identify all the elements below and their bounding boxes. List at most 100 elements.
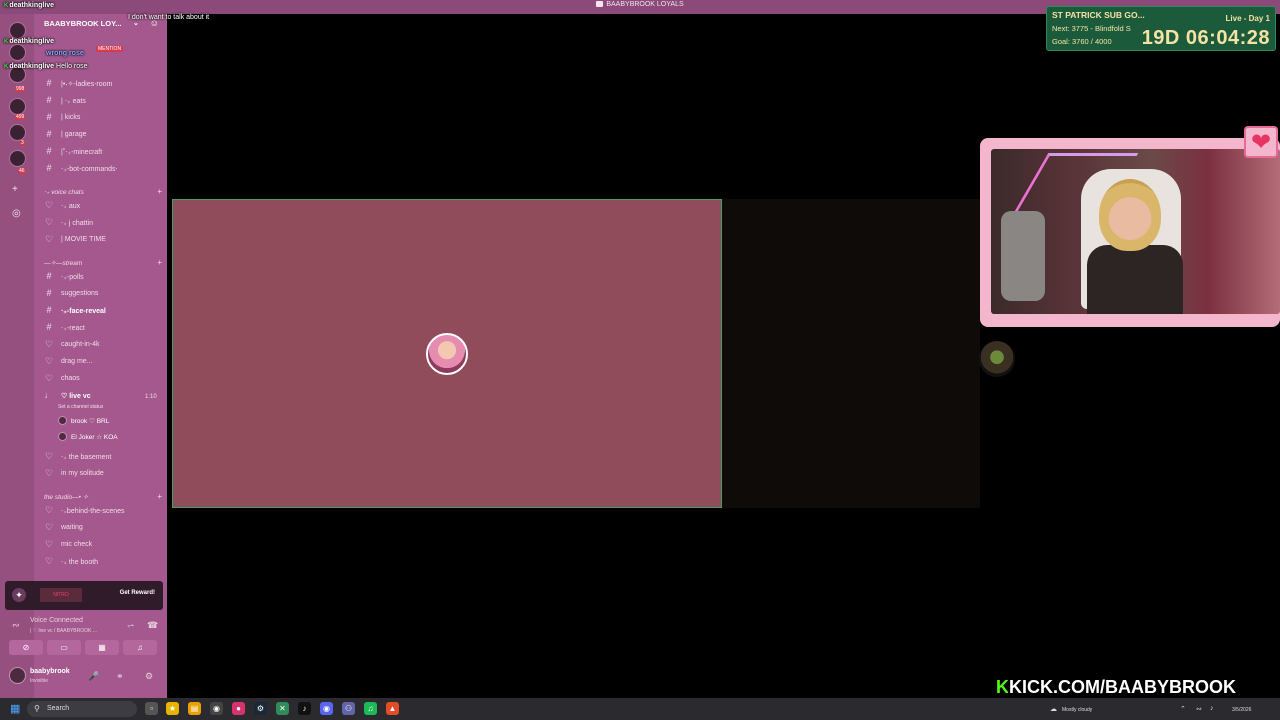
nitro-icon: ✦ bbox=[12, 588, 26, 602]
voice-tile[interactable] bbox=[722, 199, 1015, 508]
promo-image: NITRO bbox=[40, 588, 82, 602]
xbox-icon[interactable]: ✕ bbox=[276, 702, 289, 715]
voice-tile-speaking[interactable] bbox=[172, 199, 722, 508]
channel-name: chaos bbox=[61, 375, 80, 382]
taskbar: ▦ ⚲ Search ▫ ★ ▤ ◉ ● ⚙ ✕ ♪ ◉ ⚇ ♫ ▲ ☁ Most… bbox=[0, 698, 1280, 720]
discord-taskbar-icon[interactable]: ◉ bbox=[320, 702, 333, 715]
task-view-icon[interactable]: ▫ bbox=[145, 702, 158, 715]
brave-icon[interactable]: ▲ bbox=[386, 702, 399, 715]
voice-status[interactable]: Voice Connected bbox=[30, 617, 83, 624]
activities-button[interactable]: ▦ bbox=[85, 640, 119, 655]
voice-channel-item[interactable]: ♡ | MOVIE TIME bbox=[42, 234, 164, 249]
steam-icon[interactable]: ⚙ bbox=[254, 702, 267, 715]
voice-channel-item[interactable]: ♡ in my solitude bbox=[42, 468, 164, 483]
channel-item[interactable]: # suggestions bbox=[42, 288, 164, 303]
voice-channel-item[interactable]: ♡ ‧₊ the basement bbox=[42, 451, 164, 466]
tiktok-icon[interactable]: ♪ bbox=[298, 702, 311, 715]
channel-item[interactable]: # ‧₊-bot-commands‧ bbox=[42, 163, 164, 178]
windows-start-icon[interactable]: ▦ bbox=[10, 702, 20, 715]
server-icon[interactable] bbox=[9, 98, 26, 115]
hashtag-icon: # bbox=[46, 112, 52, 122]
channel-item[interactable]: # |˚‧₊-minecraft bbox=[42, 146, 164, 161]
streamer-face bbox=[1099, 179, 1161, 251]
chat-username: deathkinglive bbox=[9, 38, 55, 45]
discover-icon[interactable]: ◎ bbox=[12, 208, 21, 219]
server-icon[interactable] bbox=[9, 124, 26, 141]
channel-name: |˚‧₊-minecraft bbox=[61, 149, 103, 156]
voice-user[interactable]: El Joker ☆ KOA bbox=[58, 432, 118, 444]
add-channel-icon[interactable]: + bbox=[157, 258, 162, 267]
channel-name: |•˖✧-ladies-room bbox=[61, 81, 113, 88]
channel-name: caught-in-4k bbox=[61, 341, 100, 348]
webcam-frame: ❤ bbox=[980, 126, 1280, 327]
soundboard-button[interactable]: ♫ bbox=[123, 640, 157, 655]
hashtag-icon: # bbox=[46, 163, 52, 173]
category-stream[interactable]: —✧—stream + bbox=[44, 258, 162, 267]
voice-channel-item[interactable]: ♡ caught-in-4k bbox=[42, 339, 164, 354]
voice-channel-path[interactable]: | ♡ live vc / BAABYBROOK ... bbox=[30, 628, 97, 634]
chat-text: Hello rose bbox=[56, 63, 88, 70]
obs-icon[interactable]: ◉ bbox=[210, 702, 223, 715]
channel-name: ♡ live vc bbox=[61, 393, 91, 400]
channel-item[interactable]: # | ‧₊ eats bbox=[42, 95, 164, 110]
noise-suppression-icon[interactable]: ⥋ bbox=[127, 620, 134, 631]
channel-item[interactable]: # | garage bbox=[42, 129, 164, 144]
add-channel-icon[interactable]: + bbox=[157, 187, 162, 196]
category-studio[interactable]: the studio—• ✧ + bbox=[44, 492, 162, 501]
voice-channel-item[interactable]: ♡ chaos bbox=[42, 373, 164, 388]
channel-item-unread[interactable]: # ‧₊-face-reveal bbox=[42, 305, 164, 320]
speaker-icon: ♩ bbox=[44, 390, 54, 400]
add-server-icon[interactable]: + bbox=[12, 184, 18, 195]
channel-item[interactable]: # |•˖✧-ladies-room bbox=[42, 78, 164, 93]
channel-item[interactable]: # ‧₊-polls bbox=[42, 271, 164, 286]
kick-badge-icon: K bbox=[4, 39, 9, 45]
taskbar-search[interactable]: ⚲ Search bbox=[27, 701, 137, 717]
wifi-icon[interactable]: ∾ bbox=[1196, 705, 1202, 713]
widgets-icon[interactable]: ★ bbox=[166, 702, 179, 715]
channel-name: ‧₊ aux bbox=[61, 203, 81, 210]
teams-icon[interactable]: ⚇ bbox=[342, 702, 355, 715]
channel-name: waiting bbox=[61, 524, 83, 531]
mic-icon[interactable]: 🎤 bbox=[88, 671, 99, 682]
channel-item[interactable]: # ‧₊-react bbox=[42, 322, 164, 337]
chevron-up-icon[interactable]: ⌃ bbox=[1180, 705, 1186, 713]
channel-status[interactable]: Set a channel status bbox=[58, 404, 103, 410]
voice-channel-item[interactable]: ♡ waiting bbox=[42, 522, 164, 537]
voice-channel-item[interactable]: ♡ drag me... bbox=[42, 356, 164, 371]
voice-channel-item[interactable]: ♡ mic check bbox=[42, 539, 164, 554]
gear-icon[interactable]: ⚙ bbox=[145, 671, 153, 682]
app-icon[interactable]: ● bbox=[232, 702, 245, 715]
disconnect-icon[interactable]: ☎ bbox=[147, 620, 158, 631]
timer-live-day: Live - Day 1 bbox=[1225, 14, 1270, 23]
avatar[interactable] bbox=[9, 667, 26, 684]
voice-channel-item[interactable]: ♡ ‧₊ aux bbox=[42, 200, 164, 215]
voice-channel-item[interactable]: ♡ ‧₊behind-the-scenes bbox=[42, 505, 164, 520]
channel-item[interactable]: # | kicks bbox=[42, 112, 164, 127]
server-icon[interactable] bbox=[9, 150, 26, 167]
webcam-feed bbox=[991, 149, 1280, 314]
get-reward-button[interactable]: Get Reward! bbox=[120, 590, 155, 596]
voice-channel-item[interactable]: ♡ ‧₊ j chattin bbox=[42, 217, 164, 232]
screen-share-button[interactable]: ▭ bbox=[47, 640, 81, 655]
weather-text: Mostly cloudy bbox=[1062, 707, 1093, 713]
category-voice-chats[interactable]: ‧₊ voice chats + bbox=[44, 187, 162, 196]
desktop: BAABYBROOK LOYALS 998 499 3 46 + ◎ BAABY… bbox=[0, 0, 1280, 720]
timer-title: ST PATRICK SUB GO... bbox=[1052, 10, 1145, 20]
channel-name: ‧₊ the basement bbox=[61, 454, 112, 461]
add-channel-icon[interactable]: + bbox=[157, 492, 162, 501]
voice-channel-item[interactable]: ♡ ‧₊ the booth bbox=[42, 556, 164, 571]
timer-next: Next: 3775 - Blindfold S bbox=[1052, 24, 1131, 33]
volume-icon[interactable]: ♪ bbox=[1210, 705, 1214, 712]
weather-icon[interactable]: ☁ bbox=[1050, 705, 1057, 713]
notification-badge: 998 bbox=[15, 86, 26, 92]
voice-user[interactable]: brook ♡ BRL bbox=[58, 416, 109, 428]
file-explorer-icon[interactable]: ▤ bbox=[188, 702, 201, 715]
headphones-icon[interactable]: ⚭ bbox=[116, 671, 124, 682]
voice-connected-panel: ∾ Voice Connected | ♡ live vc / BAABYBRO… bbox=[5, 614, 163, 660]
username[interactable]: baabybrook bbox=[30, 668, 70, 675]
clock-date[interactable]: 3/5/2026 bbox=[1232, 707, 1251, 713]
spotify-icon[interactable]: ♫ bbox=[364, 702, 377, 715]
channel-name: ‧₊ j chattin bbox=[61, 220, 93, 227]
camera-off-button[interactable]: ⊘ bbox=[9, 640, 43, 655]
avatar bbox=[426, 333, 468, 375]
